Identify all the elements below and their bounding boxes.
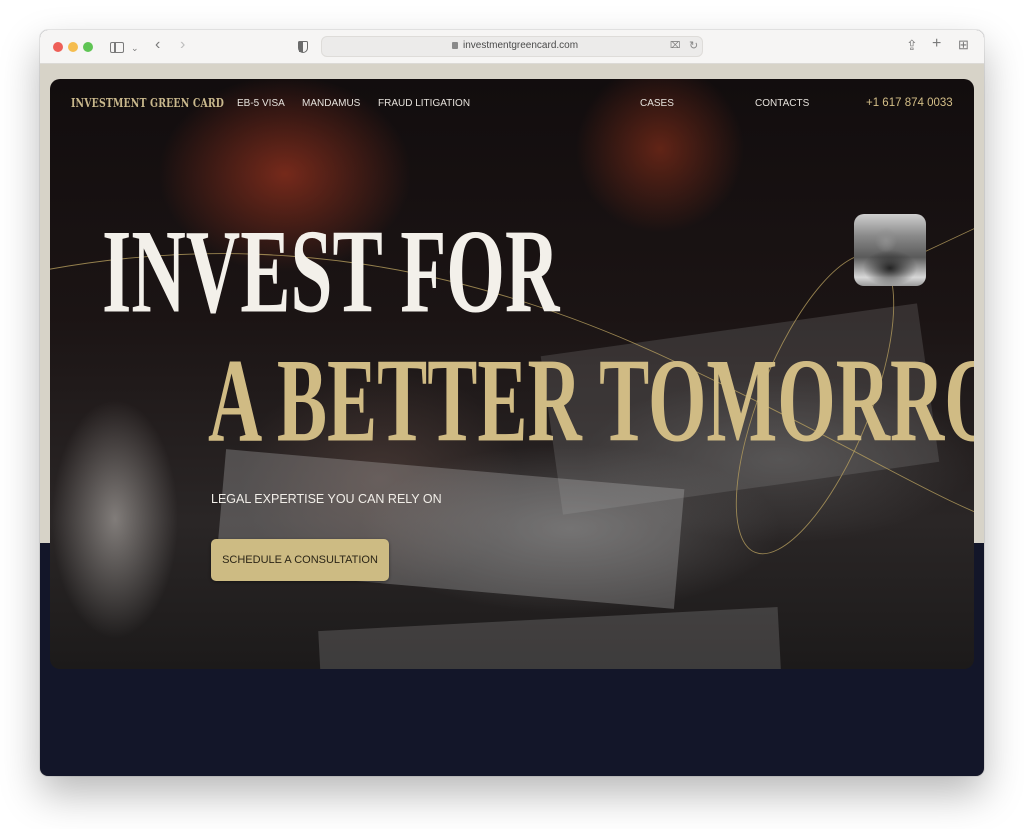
attorney-photo: [854, 214, 926, 286]
translate-icon[interactable]: ⌧: [670, 40, 680, 51]
background-photo-paper: [318, 607, 782, 669]
close-window-button[interactable]: [53, 42, 63, 52]
hero-headline-line-1: INVEST FOR: [102, 205, 560, 339]
webpage: INVESTMENT GREEN CARD EB-5 VISA MANDAMUS…: [40, 64, 984, 776]
reload-icon[interactable]: ↻: [689, 39, 698, 52]
nav-link-fraud-litigation[interactable]: FRAUD LITIGATION: [378, 98, 470, 109]
lock-icon: [452, 42, 458, 49]
maximize-window-button[interactable]: [83, 42, 93, 52]
nav-link-contacts[interactable]: CONTACTS: [755, 98, 809, 109]
hero-headline-line-2: A BETTER TOMORROW: [208, 334, 974, 468]
browser-toolbar: ⌄ ‹ › investmentgreencard.com ⌧ ↻ ⇪ + ⊞: [40, 30, 984, 64]
browser-window: ⌄ ‹ › investmentgreencard.com ⌧ ↻ ⇪ + ⊞ …: [40, 30, 984, 776]
new-tab-icon[interactable]: +: [932, 35, 941, 53]
nav-link-mandamus[interactable]: MANDAMUS: [302, 98, 360, 109]
chevron-down-icon[interactable]: ⌄: [131, 39, 139, 57]
nav-link-eb5-visa[interactable]: EB-5 VISA: [237, 98, 285, 109]
address-bar[interactable]: investmentgreencard.com ⌧ ↻: [321, 36, 703, 57]
forward-icon[interactable]: ›: [180, 36, 185, 54]
hero-tagline: LEGAL EXPERTISE YOU CAN RELY ON: [211, 492, 442, 506]
site-logo[interactable]: INVESTMENT GREEN CARD: [71, 96, 224, 110]
nav-link-cases[interactable]: CASES: [640, 98, 674, 109]
site-navigation: INVESTMENT GREEN CARD EB-5 VISA MANDAMUS…: [50, 79, 974, 129]
phone-link[interactable]: +1 617 874 0033: [866, 97, 953, 109]
share-icon[interactable]: ⇪: [906, 36, 918, 54]
sidebar-toggle-icon[interactable]: [110, 42, 124, 53]
tab-overview-icon[interactable]: ⊞: [958, 36, 969, 54]
hero-section: INVESTMENT GREEN CARD EB-5 VISA MANDAMUS…: [50, 79, 974, 669]
url-text[interactable]: investmentgreencard.com: [463, 40, 578, 51]
privacy-shield-icon[interactable]: [298, 41, 308, 53]
schedule-consultation-button[interactable]: SCHEDULE A CONSULTATION: [211, 539, 389, 581]
minimize-window-button[interactable]: [68, 42, 78, 52]
back-icon[interactable]: ‹: [155, 36, 160, 54]
